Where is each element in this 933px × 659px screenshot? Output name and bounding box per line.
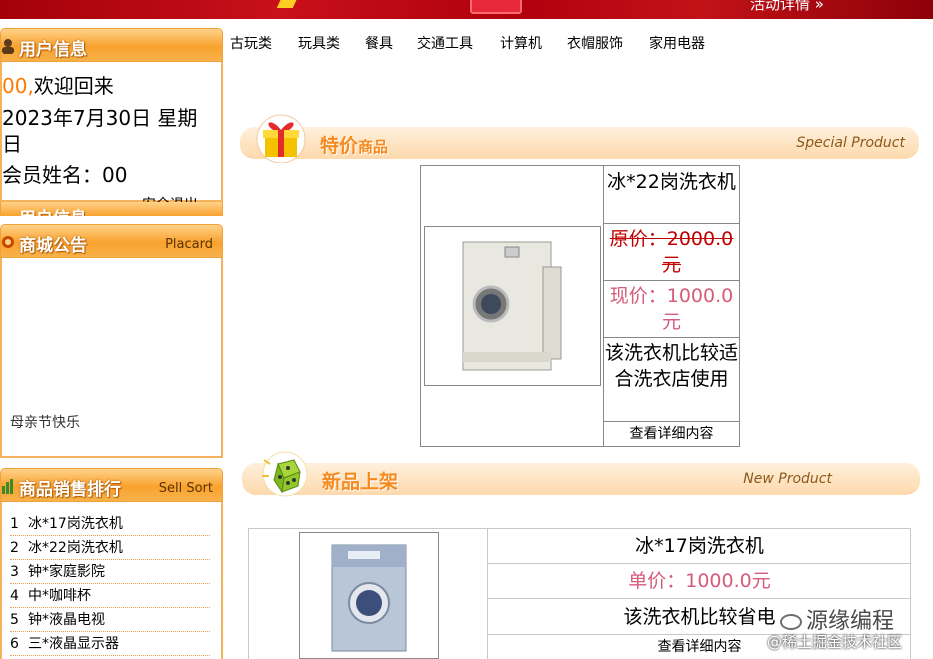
top-banner: 活动详情 » — [0, 0, 933, 19]
rank-item[interactable]: 3 钟*家庭影院 — [10, 560, 210, 584]
user-info-title: 用户信息 — [19, 40, 87, 60]
user-info-header: 用户信息 — [0, 28, 223, 62]
gift-box-icon — [470, 0, 522, 14]
rank-product-name: 钟*家庭影院 — [28, 564, 105, 580]
special-product-card: 冰*22岗洗衣机 原价：2000.0元 现价：1000.0元 该洗衣机比较适合洗… — [420, 165, 740, 447]
nav-item-appliances[interactable]: 家用电器 — [649, 33, 705, 53]
dryer-image — [462, 241, 562, 371]
new-product-name: 冰*17岗洗衣机 — [488, 529, 911, 564]
rank-item[interactable]: 4 中*咖啡杯 — [10, 584, 210, 608]
dice-icon — [262, 451, 308, 497]
date-line-2: 日 — [2, 132, 22, 156]
sales-rank-panel: 1 冰*17岗洗衣机 2 冰*22岗洗衣机 3 钟*家庭影院 4 中*咖啡杯 5 钟*液晶… — [0, 502, 223, 659]
new-product-price: 单价：1000.0元 — [488, 564, 911, 599]
lightning-icon — [276, 0, 300, 8]
member-name: 会员姓名：00 — [2, 163, 128, 187]
new-product-title-en: New Product — [743, 471, 832, 487]
wechat-icon — [780, 614, 802, 630]
date-line-1: 2023年7月30日 星期 — [2, 106, 198, 130]
special-product-header: 特价商品 Special Product — [240, 127, 919, 159]
rank-number: 5 — [10, 612, 19, 628]
notice-panel: 母亲节快乐 — [0, 258, 223, 458]
welcome-text: 欢迎回来 — [33, 74, 114, 98]
new-product-title: 新品上架 — [322, 471, 399, 493]
rank-item[interactable]: 6 三*液晶显示器 — [10, 632, 210, 656]
rank-product-name: 三*液晶显示器 — [28, 636, 119, 652]
special-description: 该洗衣机比较适合洗衣店使用 — [604, 338, 739, 422]
user-icon — [2, 39, 14, 54]
rank-product-name: 钟*液晶电视 — [28, 612, 105, 628]
special-product-image-cell — [421, 166, 604, 446]
nav-item-antiques[interactable]: 古玩类 — [230, 33, 272, 53]
special-detail-link[interactable]: 查看详细内容 — [604, 422, 739, 446]
rank-item[interactable]: 5 钟*液晶电视 — [10, 608, 210, 632]
new-product-header: 新品上架 New Product — [242, 463, 920, 495]
rank-number: 2 — [10, 540, 19, 556]
sales-rank-title-en: Sell Sort — [158, 481, 213, 496]
nav-item-tableware[interactable]: 餐具 — [365, 33, 393, 53]
sales-rank-header: 商品销售排行 Sell Sort — [0, 468, 223, 502]
sales-rank-title: 商品销售排行 — [19, 480, 121, 500]
nav-item-clothing[interactable]: 衣帽服饰 — [567, 33, 623, 53]
rank-number: 6 — [10, 636, 19, 652]
rank-number: 3 — [10, 564, 19, 580]
duplicate-title: 用户信息 — [19, 204, 87, 216]
notice-header: 商城公告 Placard — [0, 224, 223, 258]
username: 00, — [2, 74, 34, 98]
washer-image — [331, 544, 407, 652]
rank-number: 4 — [10, 588, 19, 604]
rank-product-name: 中*咖啡杯 — [28, 588, 91, 604]
bar-chart-icon — [2, 479, 13, 494]
watermark-source: @稀土掘金技术社区 — [767, 633, 903, 651]
user-info-header-duplicate: 用户信息 — [0, 202, 223, 216]
gift-icon — [256, 114, 306, 163]
special-product-image[interactable] — [424, 226, 601, 386]
rank-item[interactable]: 1 冰*17岗洗衣机 — [10, 512, 210, 536]
special-original-price: 原价：2000.0元 — [604, 224, 739, 281]
notice-title-en: Placard — [165, 237, 213, 252]
rank-product-name: 冰*17岗洗衣机 — [28, 516, 123, 532]
special-product-title-en: Special Product — [796, 135, 905, 151]
rank-item[interactable]: 2 冰*22岗洗衣机 — [10, 536, 210, 560]
special-current-price: 现价：1000.0元 — [604, 281, 739, 338]
rank-number: 1 — [10, 516, 19, 532]
notice-icon — [2, 236, 14, 248]
welcome-line: 00,欢迎回来 — [2, 70, 114, 99]
new-product-image[interactable] — [299, 532, 439, 659]
nav-item-computers[interactable]: 计算机 — [500, 33, 542, 53]
nav-item-toys[interactable]: 玩具类 — [298, 33, 340, 53]
special-product-title: 特价商品 — [320, 135, 389, 157]
nav-item-transport[interactable]: 交通工具 — [417, 33, 473, 53]
special-product-name: 冰*22岗洗衣机 — [604, 166, 739, 224]
user-info-panel: 00,欢迎回来 2023年7月30日 星期 日 会员姓名：00 — [0, 62, 223, 202]
rank-product-name: 冰*22岗洗衣机 — [28, 540, 123, 556]
notice-title: 商城公告 — [19, 236, 87, 256]
event-details-link[interactable]: 活动详情 » — [750, 0, 824, 14]
notice-item[interactable]: 母亲节快乐 — [10, 412, 80, 432]
